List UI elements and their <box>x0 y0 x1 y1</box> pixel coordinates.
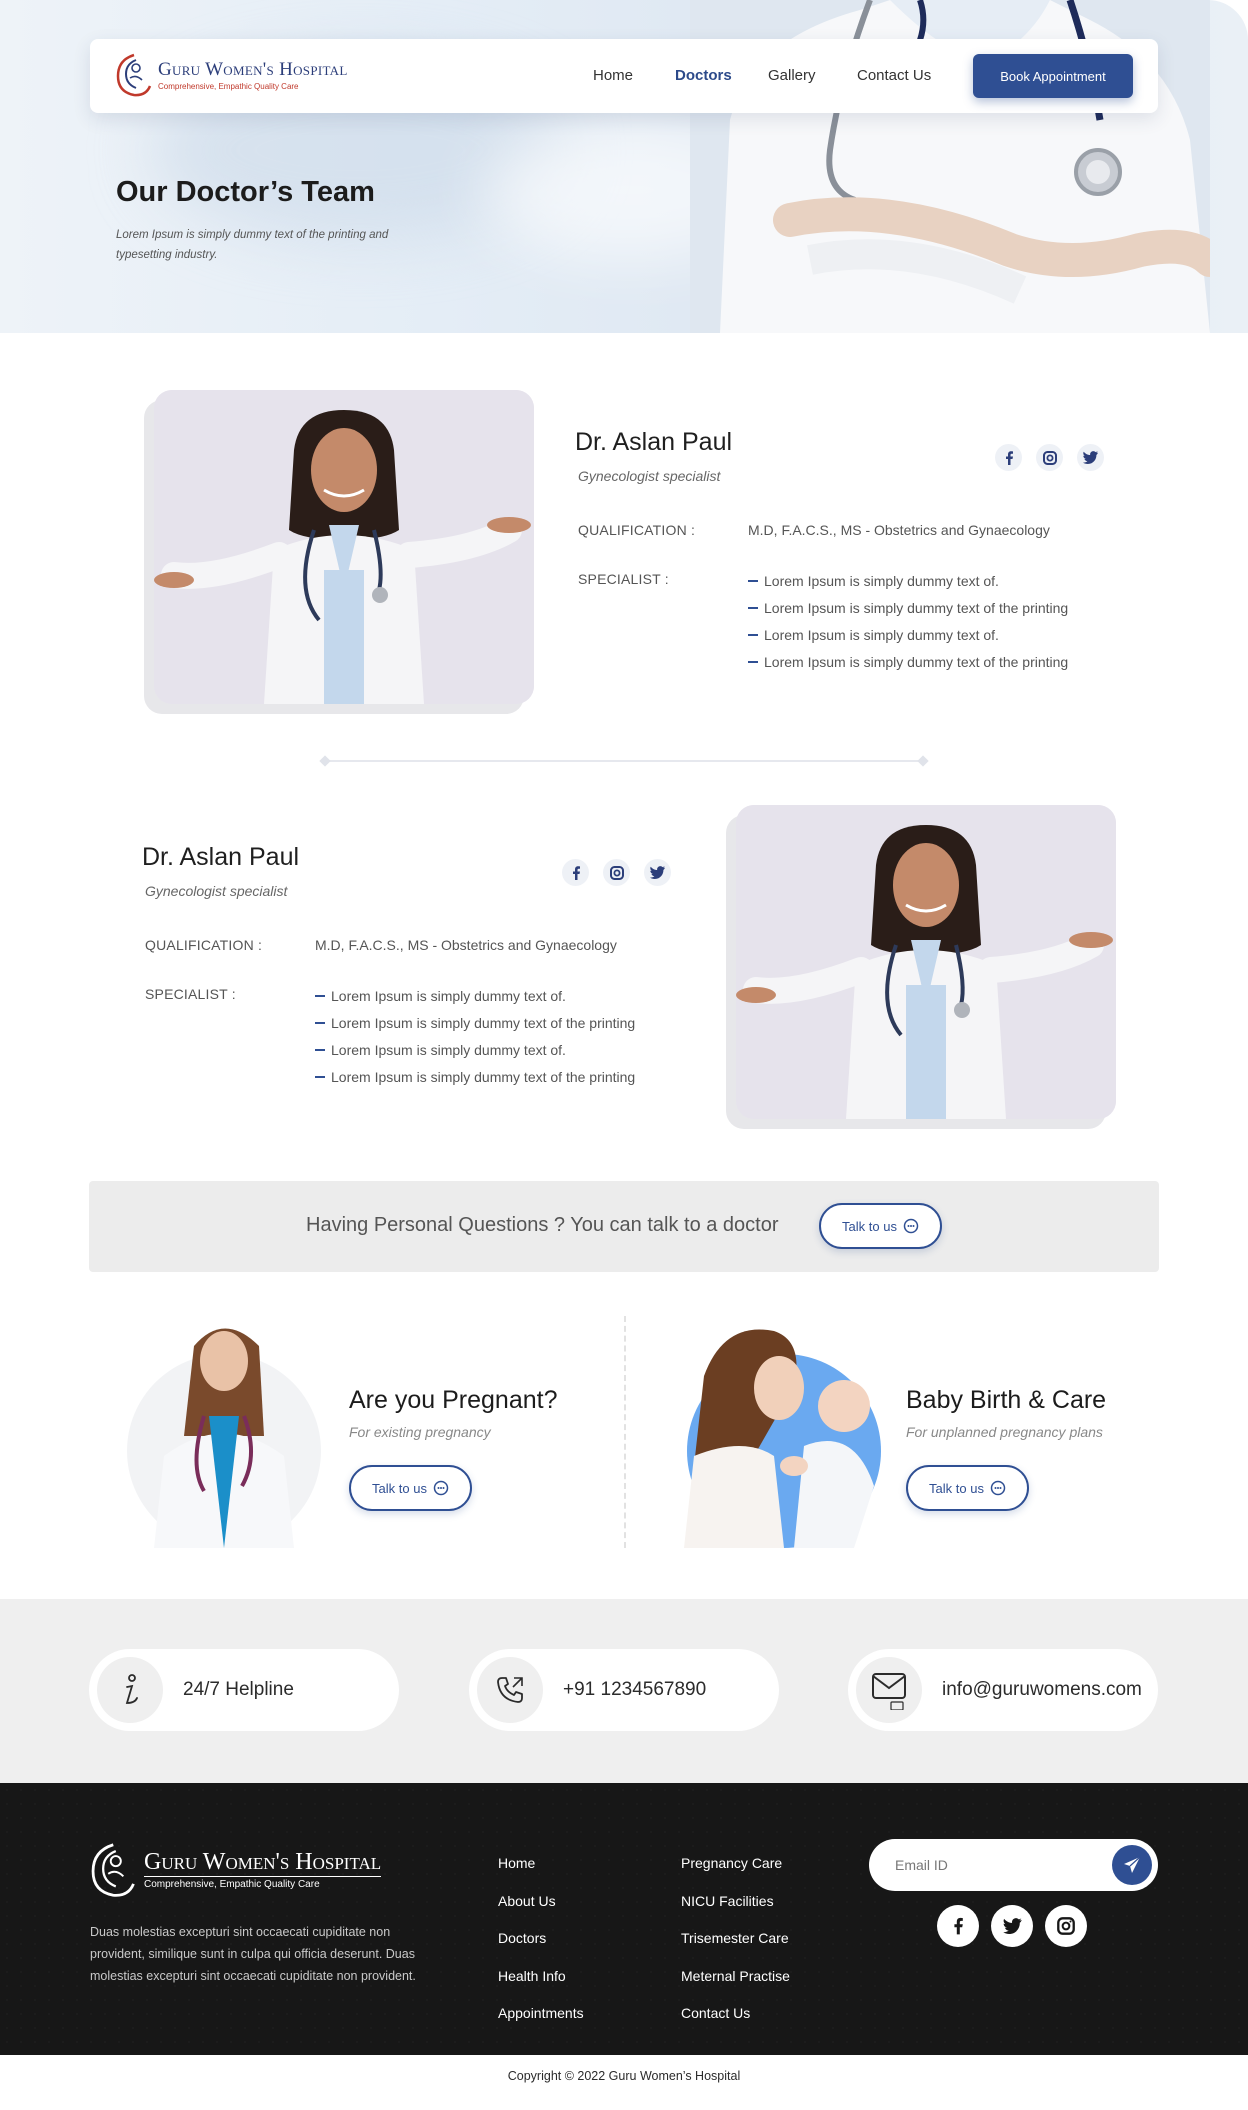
list-item: Lorem Ipsum is simply dummy text of the … <box>315 1067 635 1094</box>
doctor-social-links <box>995 444 1104 471</box>
copyright-text: Copyright © 2022 Guru Women’s Hospital <box>507 2069 741 2083</box>
email-card[interactable]: info@guruwomens.com <box>848 1649 1158 1731</box>
chat-bubble-icon <box>903 1218 919 1234</box>
footer-link-contact[interactable]: Contact Us <box>681 2005 790 2043</box>
twitter-icon[interactable] <box>1077 444 1104 471</box>
section-divider <box>325 760 923 762</box>
list-item: Lorem Ipsum is simply dummy text of the … <box>748 598 1068 625</box>
page-title: Our Doctor’s Team <box>116 176 375 208</box>
specialties-list: Lorem Ipsum is simply dummy text of. Lor… <box>315 986 635 1094</box>
nav-links: Home Doctors Gallery Contact Us Book App… <box>90 39 1158 113</box>
button-label: Talk to us <box>372 1480 427 1496</box>
nav-home-link[interactable]: Home <box>593 67 633 84</box>
list-item: Lorem Ipsum is simply dummy text of. <box>748 625 1068 652</box>
footer-links-col-2: Pregnancy Care NICU Facilities Trisemest… <box>681 1855 790 2043</box>
hero-section: Guru Women's Hospital Comprehensive, Emp… <box>0 0 1248 333</box>
talk-to-us-button[interactable]: Talk to us <box>819 1203 942 1249</box>
footer-social-links <box>937 1905 1087 1947</box>
send-button[interactable] <box>1112 1845 1152 1885</box>
instagram-icon[interactable] <box>1036 444 1063 471</box>
specialist-label: SPECIALIST : <box>145 986 236 1002</box>
promo-divider <box>624 1316 626 1548</box>
send-icon <box>1124 1856 1141 1873</box>
footer-link-meternal[interactable]: Meternal Practise <box>681 1968 790 2006</box>
phone-icon <box>477 1657 543 1723</box>
doctor-name: Dr. Aslan Paul <box>575 428 733 456</box>
contact-text: +91 1234567890 <box>563 1679 707 1700</box>
contact-text: 24/7 Helpline <box>183 1679 294 1700</box>
footer-link-nicu[interactable]: NICU Facilities <box>681 1893 790 1931</box>
chat-bubble-icon <box>433 1480 449 1496</box>
footer-logo-tagline: Comprehensive, Empathic Quality Care <box>144 1876 382 1890</box>
twitter-icon[interactable] <box>644 859 671 886</box>
logo-mother-child-icon <box>91 1843 135 1897</box>
qualification-label: QUALIFICATION : <box>578 522 696 538</box>
facebook-icon[interactable] <box>562 859 589 886</box>
talk-to-us-button[interactable]: Talk to us <box>349 1465 472 1511</box>
doctor-social-links <box>562 859 671 886</box>
specialist-label: SPECIALIST : <box>578 571 669 587</box>
list-item: Lorem Ipsum is simply dummy text of the … <box>315 1013 635 1040</box>
qualification-label: QUALIFICATION : <box>145 937 263 953</box>
info-icon <box>97 1657 163 1723</box>
talk-to-doctor-banner: Having Personal Questions ? You can talk… <box>89 1181 1159 1272</box>
doctor-role: Gynecologist specialist <box>578 468 721 484</box>
footer-description: Duas molestias excepturi sint occaecati … <box>90 1925 416 1983</box>
book-appointment-button[interactable]: Book Appointment <box>973 54 1133 98</box>
mail-icon <box>856 1657 922 1723</box>
footer-link-about[interactable]: About Us <box>498 1893 584 1931</box>
list-item: Lorem Ipsum is simply dummy text of. <box>315 986 635 1013</box>
list-item: Lorem Ipsum is simply dummy text of. <box>748 571 1068 598</box>
pregnancy-promo-image <box>124 1316 324 1548</box>
doctor-photo <box>736 805 1116 1119</box>
qualification-value: M.D, F.A.C.S., MS - Obstetrics and Gynae… <box>748 522 1050 538</box>
talk-to-us-button[interactable]: Talk to us <box>906 1465 1029 1511</box>
footer-link-home[interactable]: Home <box>498 1855 584 1893</box>
doctor-photo <box>154 390 534 704</box>
hero-subtitle: Lorem Ipsum is simply dummy text of the … <box>116 229 389 261</box>
twitter-icon[interactable] <box>991 1905 1033 1947</box>
facebook-icon[interactable] <box>995 444 1022 471</box>
doctor-role: Gynecologist specialist <box>145 883 288 899</box>
footer-links-col-1: Home About Us Doctors Health Info Appoin… <box>498 1855 584 2043</box>
contact-strip: 24/7 Helpline +91 1234567890 info@guruwo… <box>0 1599 1248 1783</box>
footer-logo[interactable]: Guru Women's Hospital Comprehensive, Emp… <box>88 1839 382 1901</box>
promo-title: Baby Birth & Care <box>906 1386 1107 1414</box>
nav-contact-link[interactable]: Contact Us <box>857 67 931 84</box>
button-label: Talk to us <box>842 1218 897 1234</box>
helpline-card[interactable]: 24/7 Helpline <box>89 1649 399 1731</box>
qualification-value: M.D, F.A.C.S., MS - Obstetrics and Gynae… <box>315 937 617 953</box>
email-field[interactable] <box>895 1854 1095 1876</box>
nav-gallery-link[interactable]: Gallery <box>768 67 816 84</box>
doctor-photo-card <box>144 390 544 714</box>
facebook-icon[interactable] <box>937 1905 979 1947</box>
contact-text: info@guruwomens.com <box>942 1679 1142 1700</box>
promo-title: Are you Pregnant? <box>349 1386 558 1414</box>
baby-care-promo-image <box>684 1316 884 1548</box>
promo-subtitle: For existing pregnancy <box>349 1424 491 1440</box>
instagram-icon[interactable] <box>603 859 630 886</box>
navbar: Guru Women's Hospital Comprehensive, Emp… <box>90 39 1158 113</box>
instagram-icon[interactable] <box>1045 1905 1087 1947</box>
nav-doctors-link[interactable]: Doctors <box>675 67 732 84</box>
footer-logo-name: Guru Women's Hospital <box>144 1849 382 1875</box>
footer-link-doctors[interactable]: Doctors <box>498 1930 584 1968</box>
chat-bubble-icon <box>990 1480 1006 1496</box>
promo-subtitle: For unplanned pregnancy plans <box>906 1424 1103 1440</box>
list-item: Lorem Ipsum is simply dummy text of. <box>315 1040 635 1067</box>
button-label: Talk to us <box>929 1480 984 1496</box>
doctor-name: Dr. Aslan Paul <box>142 843 300 871</box>
phone-card[interactable]: +91 1234567890 <box>469 1649 779 1731</box>
specialties-list: Lorem Ipsum is simply dummy text of. Lor… <box>748 571 1068 679</box>
footer-link-trisemester[interactable]: Trisemester Care <box>681 1930 790 1968</box>
list-item: Lorem Ipsum is simply dummy text of the … <box>748 652 1068 679</box>
footer-link-pregnancy-care[interactable]: Pregnancy Care <box>681 1855 790 1893</box>
doctor-photo-card <box>726 805 1126 1129</box>
footer: Guru Women's Hospital Comprehensive, Emp… <box>0 1783 1248 2055</box>
banner-text: Having Personal Questions ? You can talk… <box>306 1214 779 1236</box>
footer-link-appointments[interactable]: Appointments <box>498 2005 584 2043</box>
footer-link-health-info[interactable]: Health Info <box>498 1968 584 2006</box>
newsletter-form <box>869 1839 1158 1891</box>
